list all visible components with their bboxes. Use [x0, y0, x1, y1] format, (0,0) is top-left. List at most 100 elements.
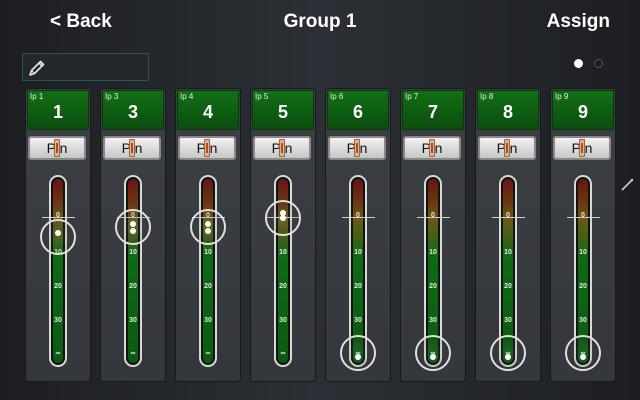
- channel-header[interactable]: Ip 7 7: [402, 90, 464, 130]
- pan-position-indicator: [54, 139, 60, 157]
- pan-position-indicator: [279, 139, 285, 157]
- fader-scale-label: 20: [129, 283, 137, 290]
- fader-knob[interactable]: [115, 209, 151, 245]
- pencil-icon: [29, 60, 45, 76]
- channel-number: 4: [202, 102, 213, 122]
- channel-number: 5: [277, 102, 288, 122]
- page-dot-1[interactable]: [574, 59, 583, 68]
- pan-button[interactable]: P n: [103, 136, 161, 160]
- channel-strip: Ip 11P n0102030∞: [25, 88, 91, 382]
- fader-knob-dot: [55, 230, 61, 236]
- fader-knob[interactable]: [565, 335, 601, 371]
- fader-knob[interactable]: [265, 200, 301, 236]
- fader-scale-label: 10: [279, 249, 287, 256]
- pan-button[interactable]: P n: [553, 136, 611, 160]
- assign-button[interactable]: Assign: [547, 11, 610, 33]
- channel-header[interactable]: Ip 3 3: [102, 90, 164, 130]
- level-meter: [128, 179, 138, 363]
- fader-scale-label: ∞: [280, 350, 286, 357]
- pan-button[interactable]: P n: [478, 136, 536, 160]
- fader-knob[interactable]: [340, 335, 376, 371]
- channel-number: 3: [127, 102, 138, 122]
- top-bar: < Back Group 1 Assign: [0, 0, 640, 46]
- fader-scale-label: 20: [429, 283, 437, 290]
- channel-input-label: Ip 9: [555, 92, 569, 101]
- fader-scale-label: ∞: [130, 350, 136, 357]
- fader-scale-label: 20: [354, 283, 362, 290]
- fader-knob[interactable]: [190, 209, 226, 245]
- pan-button[interactable]: P n: [328, 136, 386, 160]
- fader-scale-label: 10: [129, 249, 137, 256]
- channel-header[interactable]: Ip 6 6: [327, 90, 389, 130]
- fader-knob-dot: [505, 354, 511, 360]
- channel-input-label: Ip 4: [180, 92, 194, 101]
- fader-knob-dot: [280, 210, 286, 216]
- fader-scale-label: 10: [204, 249, 212, 256]
- fader-scale-label: 10: [504, 249, 512, 256]
- pan-button[interactable]: P n: [178, 136, 236, 160]
- fader-scale-label: 30: [429, 317, 437, 324]
- channel-input-label: Ip 3: [105, 92, 119, 101]
- channel-strip: Ip 33P n0102030∞: [100, 88, 166, 382]
- channel-number: 8: [502, 102, 513, 122]
- fader-scale-label: ∞: [55, 350, 61, 357]
- fader-scale-label: 10: [579, 249, 587, 256]
- channel-header[interactable]: Ip 9 9: [552, 90, 614, 130]
- fader-knob-dot: [130, 228, 136, 234]
- channel-header[interactable]: Ip 5 5: [252, 90, 314, 130]
- fader-scale-label: 30: [204, 317, 212, 324]
- channel-strip: Ip 88P n0102030∞: [475, 88, 541, 382]
- pan-button[interactable]: P n: [403, 136, 461, 160]
- pan-position-indicator: [504, 139, 510, 157]
- fader-knob-dot: [430, 354, 436, 360]
- channel-number: 1: [52, 102, 63, 122]
- channel-number: 9: [577, 102, 588, 122]
- page-indicator[interactable]: [574, 59, 606, 71]
- fader-knob[interactable]: [40, 219, 76, 255]
- fader-knob-dot: [580, 354, 586, 360]
- fader-knob-dot: [205, 228, 211, 234]
- channel-input-label: Ip 6: [330, 92, 344, 101]
- channel-header[interactable]: Ip 4 4: [177, 90, 239, 130]
- fader-scale-label: 20: [279, 283, 287, 290]
- fader-knob[interactable]: [490, 335, 526, 371]
- channel-header[interactable]: Ip 1 1: [27, 90, 89, 130]
- channel-number: 7: [427, 102, 438, 122]
- fader-scale-label: 30: [579, 317, 587, 324]
- fader-knob[interactable]: [415, 335, 451, 371]
- fader-scale-label: 0: [356, 212, 360, 219]
- fader-track[interactable]: [199, 175, 217, 367]
- fader-scale-label: 30: [129, 317, 137, 324]
- fader-knob-dot: [130, 221, 136, 227]
- pen-nib-icon[interactable]: [620, 178, 634, 192]
- page-title: Group 1: [283, 11, 357, 32]
- fader-scale-label: 30: [354, 317, 362, 324]
- channel-input-label: Ip 8: [480, 92, 494, 101]
- channel-header[interactable]: Ip 8 8: [477, 90, 539, 130]
- channel-strip: Ip 44P n0102030∞: [175, 88, 241, 382]
- fader-scale-label: 30: [54, 317, 62, 324]
- pan-position-indicator: [429, 139, 435, 157]
- channel-strip: Ip 55P n0102030∞: [250, 88, 316, 382]
- channel-strip: Ip 77P n0102030∞: [400, 88, 466, 382]
- fader-scale-label: 10: [354, 249, 362, 256]
- fader-scale-label: 10: [429, 249, 437, 256]
- pan-button[interactable]: P n: [253, 136, 311, 160]
- fader-scale-label: 0: [506, 212, 510, 219]
- fader-scale-label: 20: [54, 283, 62, 290]
- pan-position-indicator: [204, 139, 210, 157]
- page-dot-2[interactable]: [594, 59, 603, 68]
- fader-track[interactable]: [124, 175, 142, 367]
- pan-button[interactable]: P n: [28, 136, 86, 160]
- channel-strip: Ip 99P n0102030∞: [550, 88, 616, 382]
- group-name-field[interactable]: [22, 53, 149, 81]
- channel-strip: Ip 66P n0102030∞: [325, 88, 391, 382]
- fader-track[interactable]: [49, 175, 67, 367]
- fader-scale-label: 30: [279, 317, 287, 324]
- fader-scale-label: 0: [431, 212, 435, 219]
- channel-input-label: Ip 1: [30, 92, 44, 101]
- fader-scale-label: 20: [204, 283, 212, 290]
- fader-scale-label: 30: [504, 317, 512, 324]
- fader-knob-dot: [205, 221, 211, 227]
- level-meter: [53, 179, 63, 363]
